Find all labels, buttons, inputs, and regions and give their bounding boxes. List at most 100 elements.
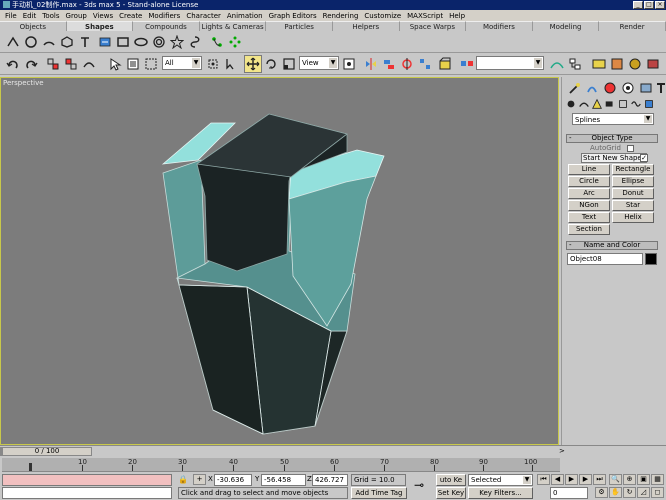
zoom-icon[interactable]: 🔍: [609, 474, 622, 485]
maxscript-listener-bottom[interactable]: [2, 487, 172, 499]
arc-rotate-icon[interactable]: ↻: [623, 487, 636, 498]
align-icon[interactable]: [380, 55, 398, 73]
perspective-viewport[interactable]: [0, 77, 559, 445]
go-to-end-icon[interactable]: ⏭: [593, 474, 606, 485]
play-icon[interactable]: ▶: [565, 474, 578, 485]
track-bar[interactable]: 10 20 30 40 50 60 70 80 90 100: [2, 458, 560, 472]
lights-category-icon[interactable]: [591, 95, 603, 113]
star-tool-icon[interactable]: [168, 33, 186, 51]
name-color-rollout-header[interactable]: - Name and Color: [566, 241, 658, 250]
select-and-manipulate-icon[interactable]: [222, 55, 240, 73]
named-selection-dropdown[interactable]: ▼: [476, 56, 544, 70]
add-time-tag-button[interactable]: Add Time Tag: [351, 487, 407, 499]
time-slider-next-icon[interactable]: >: [559, 447, 567, 456]
quick-render-icon[interactable]: [608, 55, 626, 73]
object-type-rollout-header[interactable]: - Object Type: [566, 134, 658, 143]
tab-modifiers[interactable]: Modifiers: [466, 21, 533, 31]
x-coord-field[interactable]: -30.636: [214, 474, 252, 486]
category-dropdown[interactable]: Splines ▼: [572, 113, 654, 125]
tab-modeling[interactable]: Modeling: [532, 21, 600, 31]
menu-rendering[interactable]: Rendering: [320, 12, 362, 20]
donut-button[interactable]: Donut: [612, 188, 654, 199]
section-button[interactable]: Section: [568, 224, 610, 235]
tab-objects[interactable]: Objects: [0, 21, 67, 31]
menu-character[interactable]: Character: [183, 12, 224, 20]
object-color-swatch[interactable]: [645, 253, 657, 265]
key-filters-button[interactable]: Key Filters...: [468, 487, 533, 499]
menu-graph-editors[interactable]: Graph Editors: [266, 12, 320, 20]
autogrid-checkbox[interactable]: [627, 145, 634, 152]
spline-select-icon[interactable]: [208, 33, 226, 51]
tab-render[interactable]: Render: [599, 21, 666, 31]
tab-shapes[interactable]: Shapes: [66, 21, 134, 31]
tab-lights-cameras[interactable]: Lights & Cameras: [199, 21, 267, 31]
circle-button[interactable]: Circle: [568, 176, 610, 187]
zoom-extents-all-icon[interactable]: ▦: [651, 474, 664, 485]
circle-tool-icon[interactable]: [22, 33, 40, 51]
render-last-icon[interactable]: [644, 55, 662, 73]
section-tool-icon[interactable]: [96, 33, 114, 51]
select-and-move-icon[interactable]: [244, 55, 262, 73]
minimize-button[interactable]: _: [633, 1, 643, 9]
menu-modifiers[interactable]: Modifiers: [145, 12, 183, 20]
menu-create[interactable]: Create: [116, 12, 145, 20]
zoom-all-icon[interactable]: ⊕: [623, 474, 636, 485]
menu-help[interactable]: Help: [446, 12, 468, 20]
unlink-selection-icon[interactable]: [62, 55, 80, 73]
undo-icon[interactable]: [4, 55, 22, 73]
star-button[interactable]: Star: [612, 200, 654, 211]
auto-key-button[interactable]: uto Ke: [436, 474, 466, 486]
use-pivot-center-icon[interactable]: [340, 55, 358, 73]
mirror-icon[interactable]: [362, 55, 380, 73]
arc-button[interactable]: Arc: [568, 188, 610, 199]
bind-space-warp-icon[interactable]: [80, 55, 98, 73]
time-slider[interactable]: 0 / 100: [2, 447, 92, 456]
helpers-category-icon[interactable]: [617, 95, 629, 113]
tab-compounds[interactable]: Compounds: [133, 21, 200, 31]
set-key-button[interactable]: Set Key: [436, 487, 466, 499]
cameras-category-icon[interactable]: [604, 95, 616, 113]
line-tool-icon[interactable]: [4, 33, 22, 51]
render-type-icon[interactable]: [626, 55, 644, 73]
spacing-tool-icon[interactable]: [416, 55, 434, 73]
absolute-mode-icon[interactable]: +: [193, 474, 206, 485]
rectangle-tool-icon[interactable]: [114, 33, 132, 51]
viewport-label[interactable]: Perspective: [3, 79, 44, 87]
ngon-button[interactable]: NGon: [568, 200, 610, 211]
menu-edit[interactable]: Edit: [20, 12, 40, 20]
z-coord-field[interactable]: 426.727: [312, 474, 348, 486]
region-select-icon[interactable]: [142, 55, 160, 73]
menu-customize[interactable]: Customize: [361, 12, 404, 20]
current-frame-field[interactable]: 0: [550, 487, 588, 499]
menu-tools[interactable]: Tools: [39, 12, 62, 20]
donut-tool-icon[interactable]: [150, 33, 168, 51]
next-frame-icon[interactable]: ▶: [579, 474, 592, 485]
pan-icon[interactable]: ✋: [609, 487, 622, 498]
start-new-shape-checkbox[interactable]: ✓: [640, 154, 648, 162]
arc-tool-icon[interactable]: [40, 33, 58, 51]
select-object-icon[interactable]: [106, 55, 124, 73]
shapes-category-icon[interactable]: [578, 95, 590, 113]
key-mode-dropdown[interactable]: Selected ▼: [468, 474, 533, 486]
ellipse-button[interactable]: Ellipse: [612, 176, 654, 187]
min-max-toggle-icon[interactable]: ◻: [651, 487, 664, 498]
field-of-view-icon[interactable]: ◿: [637, 487, 650, 498]
select-and-scale-icon[interactable]: [280, 55, 298, 73]
schematic-view-icon[interactable]: [566, 55, 584, 73]
tab-space-warps[interactable]: Space Warps: [399, 21, 467, 31]
window-crossing-icon[interactable]: [204, 55, 222, 73]
systems-category-icon[interactable]: [643, 95, 655, 113]
curve-editor-icon[interactable]: [548, 55, 566, 73]
lock-selection-icon[interactable]: 🔒: [178, 475, 188, 485]
maxscript-listener-top[interactable]: [2, 474, 172, 486]
line-button[interactable]: Line: [568, 164, 610, 175]
normal-align-icon[interactable]: [398, 55, 416, 73]
rectangle-button[interactable]: Rectangle: [612, 164, 654, 175]
material-editor-icon[interactable]: [436, 55, 454, 73]
menu-animation[interactable]: Animation: [224, 12, 266, 20]
ngon-tool-icon[interactable]: [58, 33, 76, 51]
reference-coord-dropdown[interactable]: View ▼: [299, 56, 339, 70]
object-name-field[interactable]: Object08: [567, 253, 643, 265]
go-to-start-icon[interactable]: ⏮: [537, 474, 550, 485]
geometry-category-icon[interactable]: [565, 95, 577, 113]
